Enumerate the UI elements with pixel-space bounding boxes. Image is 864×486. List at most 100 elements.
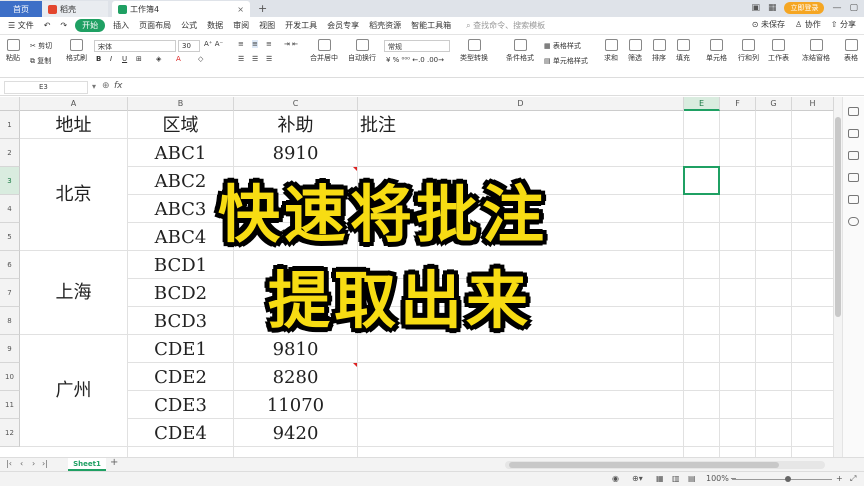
indent-icon[interactable]: ⇥ ⇤ bbox=[284, 40, 298, 48]
menu-member[interactable]: 会员专享 bbox=[322, 20, 364, 31]
vertical-scroll-thumb[interactable] bbox=[835, 117, 841, 317]
font-name-select[interactable]: 宋体 bbox=[94, 40, 176, 52]
sort-button[interactable]: 排序 bbox=[652, 39, 666, 63]
align-left-icon[interactable]: ☰ bbox=[238, 55, 244, 63]
merge-center-button[interactable]: 合并居中 bbox=[310, 39, 338, 63]
amount-cell[interactable]: 11070 bbox=[234, 393, 357, 419]
menu-view[interactable]: 视图 bbox=[254, 20, 280, 31]
cell-style-button[interactable]: ▤ 单元格样式 bbox=[544, 56, 588, 66]
vertical-scrollbar[interactable] bbox=[834, 97, 842, 457]
align-top-icon[interactable]: ≡ bbox=[238, 40, 244, 48]
sheet-tab-sheet1[interactable]: Sheet1 bbox=[68, 458, 106, 471]
filter-button[interactable]: 筛选 bbox=[628, 39, 642, 63]
backup-icon[interactable] bbox=[848, 173, 859, 182]
paste-button[interactable]: 粘贴 bbox=[6, 39, 20, 63]
align-center-icon[interactable]: ☰ bbox=[252, 55, 258, 63]
region-cell[interactable]: BCD3 bbox=[128, 309, 233, 335]
type-convert-button[interactable]: 类型转换 bbox=[460, 39, 488, 63]
region-cell[interactable]: CDE1 bbox=[128, 337, 233, 363]
font-color-icon[interactable]: A bbox=[176, 55, 181, 63]
row-header-7[interactable]: 7 bbox=[0, 279, 20, 307]
amount-cell[interactable]: 8280 bbox=[234, 365, 357, 391]
zoom-slider-knob[interactable] bbox=[785, 476, 791, 482]
row-header-4[interactable]: 4 bbox=[0, 195, 20, 223]
column-header-d[interactable]: D bbox=[358, 97, 684, 111]
last-sheet-icon[interactable]: ›| bbox=[42, 459, 48, 468]
reading-view-icon[interactable]: ▤ bbox=[688, 474, 696, 483]
image-icon[interactable] bbox=[848, 195, 859, 204]
normal-view-icon[interactable]: ▦ bbox=[656, 474, 664, 483]
window-count-icon[interactable]: ▣ bbox=[751, 3, 760, 13]
align-middle-icon[interactable]: ≡ bbox=[252, 40, 258, 48]
new-tab-button[interactable]: + bbox=[258, 2, 267, 15]
tab-home[interactable]: 首页 bbox=[0, 1, 42, 17]
login-button[interactable]: 立即登录 bbox=[784, 2, 825, 14]
layout-icon[interactable]: ▦ bbox=[768, 3, 777, 13]
settings-sliders-icon[interactable] bbox=[848, 129, 859, 138]
row-header-3[interactable]: 3 bbox=[0, 167, 20, 195]
row-header-5[interactable]: 5 bbox=[0, 223, 20, 251]
row-header-9[interactable]: 9 bbox=[0, 335, 20, 363]
sum-button[interactable]: 求和 bbox=[604, 39, 618, 63]
column-header-g[interactable]: G bbox=[756, 97, 792, 111]
menu-data[interactable]: 数据 bbox=[202, 20, 228, 31]
formula-input[interactable] bbox=[142, 81, 842, 94]
fx-icon[interactable]: fx bbox=[114, 81, 123, 91]
font-size-select[interactable]: 30 bbox=[178, 40, 200, 52]
next-sheet-icon[interactable]: › bbox=[32, 459, 35, 468]
region-cell[interactable]: BCD1 bbox=[128, 253, 233, 279]
zoom-level[interactable]: 100% bbox=[706, 474, 729, 483]
unsaved-status[interactable]: ⊙ 未保存 bbox=[752, 19, 785, 30]
row-col-button[interactable]: 行和列 bbox=[738, 39, 759, 63]
cell-button[interactable]: 单元格 bbox=[706, 39, 727, 63]
undo-icon[interactable]: ↶ bbox=[39, 21, 56, 30]
row-header-6[interactable]: 6 bbox=[0, 251, 20, 279]
table-style-button[interactable]: ▦ 表格样式 bbox=[544, 41, 581, 51]
align-right-icon[interactable]: ☰ bbox=[266, 55, 272, 63]
region-cell[interactable]: BCD2 bbox=[128, 281, 233, 307]
view-mode-icon[interactable]: ⊕▾ bbox=[632, 474, 643, 483]
menu-developer[interactable]: 开发工具 bbox=[280, 20, 322, 31]
tab-workbook[interactable]: 工作簿4 × bbox=[112, 1, 250, 17]
prev-sheet-icon[interactable]: ‹ bbox=[20, 459, 23, 468]
currency-icon[interactable]: ¥ % ⁰⁰⁰ ←.0 .00→ bbox=[386, 56, 444, 64]
minimize-icon[interactable]: — bbox=[832, 3, 841, 13]
format-painter-button[interactable]: 格式刷 bbox=[66, 39, 87, 63]
row-header-2[interactable]: 2 bbox=[0, 139, 20, 167]
row-header-1[interactable]: 1 bbox=[0, 111, 20, 139]
column-header-f[interactable]: F bbox=[720, 97, 756, 111]
underline-icon[interactable]: U bbox=[122, 55, 127, 63]
wrap-text-button[interactable]: 自动换行 bbox=[348, 39, 376, 63]
menu-formula[interactable]: 公式 bbox=[176, 20, 202, 31]
zoom-lens-icon[interactable]: ⊕ bbox=[102, 81, 110, 91]
header-cell-2[interactable]: 补助 bbox=[234, 113, 357, 139]
font-grow-icon[interactable]: A⁺ A⁻ bbox=[204, 40, 223, 48]
redo-icon[interactable]: ↷ bbox=[55, 21, 72, 30]
corner-select-all[interactable] bbox=[0, 97, 20, 111]
region-cell[interactable]: CDE3 bbox=[128, 393, 233, 419]
command-search[interactable]: ⌕ 查找命令、搜索模板 bbox=[466, 20, 545, 31]
horizontal-scrollbar[interactable] bbox=[505, 461, 825, 469]
menu-insert[interactable]: 插入 bbox=[108, 20, 134, 31]
number-format-select[interactable]: 常规 bbox=[384, 40, 450, 52]
selected-cell-e3[interactable] bbox=[683, 166, 720, 195]
table-tools-button[interactable]: 表格 bbox=[844, 39, 858, 63]
menu-file[interactable]: ☰ 文件 bbox=[0, 20, 39, 31]
region-cell[interactable]: CDE2 bbox=[128, 365, 233, 391]
cond-format-button[interactable]: 条件格式 bbox=[506, 39, 534, 63]
column-header-e[interactable]: E bbox=[684, 97, 720, 111]
header-cell-3[interactable]: 批注 bbox=[358, 113, 683, 139]
clear-icon[interactable]: ◇ bbox=[198, 55, 203, 63]
row-header-10[interactable]: 10 bbox=[0, 363, 20, 391]
region-cell[interactable]: CDE4 bbox=[128, 421, 233, 447]
worksheet-button[interactable]: 工作表 bbox=[768, 39, 789, 63]
menu-docer-resources[interactable]: 稻壳资源 bbox=[364, 20, 406, 31]
menu-page-layout[interactable]: 页面布局 bbox=[134, 20, 176, 31]
row-header-12[interactable]: 12 bbox=[0, 419, 20, 447]
select-icon[interactable] bbox=[848, 107, 859, 116]
column-header-c[interactable]: C bbox=[234, 97, 358, 111]
first-sheet-icon[interactable]: |‹ bbox=[6, 459, 12, 468]
fill-button[interactable]: 填充 bbox=[676, 39, 690, 63]
cut-button[interactable]: ✂ 剪切 bbox=[30, 41, 52, 51]
collab-button[interactable]: ♙ 协作 bbox=[795, 19, 821, 30]
